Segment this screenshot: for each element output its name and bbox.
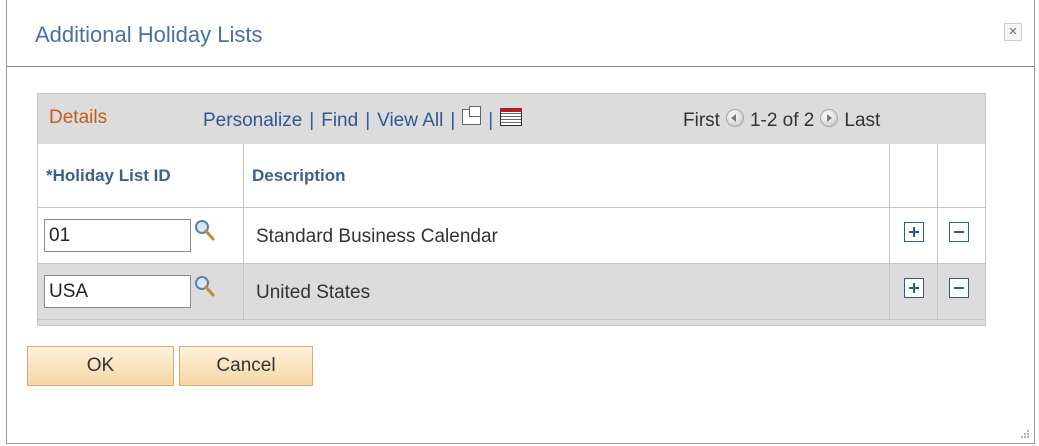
nav-separator: | — [309, 110, 315, 131]
add-row-button[interactable] — [904, 278, 924, 298]
grid-header: Details Personalize | Find | View All | … — [38, 94, 985, 144]
description-cell: United States — [244, 264, 890, 319]
close-icon: × — [1008, 23, 1018, 40]
column-header-holiday-list-id: *Holiday List ID — [38, 144, 244, 208]
lookup-icon[interactable] — [194, 275, 216, 299]
resize-grip-icon[interactable] — [1020, 429, 1030, 439]
delete-row-button[interactable] — [949, 222, 969, 242]
column-header-add — [890, 144, 938, 208]
next-page-icon[interactable] — [820, 109, 839, 127]
dialog-titlebar: Additional Holiday Lists × — [7, 0, 1034, 67]
close-button[interactable]: × — [1004, 23, 1022, 41]
delete-cell — [938, 264, 985, 319]
lookup-icon[interactable] — [194, 219, 216, 243]
column-header-delete — [938, 144, 985, 208]
delete-row-button[interactable] — [949, 278, 969, 298]
download-icon[interactable] — [500, 108, 523, 126]
description-text: United States — [256, 282, 371, 303]
table-row: United States — [38, 264, 985, 320]
cancel-button[interactable]: Cancel — [179, 346, 313, 386]
table-row: Standard Business Calendar — [38, 208, 985, 264]
grid-nav-links: Personalize | Find | View All | | — [203, 106, 523, 132]
details-grid: Details Personalize | Find | View All | … — [37, 93, 986, 326]
nav-separator: | — [488, 110, 494, 131]
find-link[interactable]: Find — [321, 110, 358, 132]
additional-holiday-lists-dialog: Additional Holiday Lists × Details Perso… — [6, 0, 1035, 444]
new-window-icon[interactable] — [462, 106, 482, 125]
holiday-list-id-input[interactable] — [44, 275, 191, 308]
delete-cell — [938, 208, 985, 263]
personalize-link[interactable]: Personalize — [203, 110, 302, 132]
holiday-list-id-cell — [38, 264, 244, 319]
holiday-list-id-input[interactable] — [44, 219, 191, 252]
ok-button[interactable]: OK — [27, 346, 174, 386]
add-cell — [890, 264, 938, 319]
add-row-button[interactable] — [904, 222, 924, 242]
add-cell — [890, 208, 938, 263]
column-header-description: Description — [244, 144, 890, 208]
pager-last[interactable]: Last — [844, 110, 880, 132]
nav-separator: | — [365, 110, 371, 131]
grid-pager: First 1-2 of 2 Last — [683, 109, 880, 132]
pager-first[interactable]: First — [683, 110, 720, 132]
grid-title: Details — [49, 107, 108, 128]
description-text: Standard Business Calendar — [256, 226, 498, 247]
description-cell: Standard Business Calendar — [244, 208, 890, 263]
holiday-list-id-cell — [38, 208, 244, 263]
pager-range: 1-2 of 2 — [749, 110, 815, 131]
nav-separator: | — [450, 110, 456, 131]
dialog-title: Additional Holiday Lists — [35, 22, 263, 47]
view-all-link[interactable]: View All — [377, 110, 443, 132]
previous-page-icon[interactable] — [725, 109, 744, 127]
